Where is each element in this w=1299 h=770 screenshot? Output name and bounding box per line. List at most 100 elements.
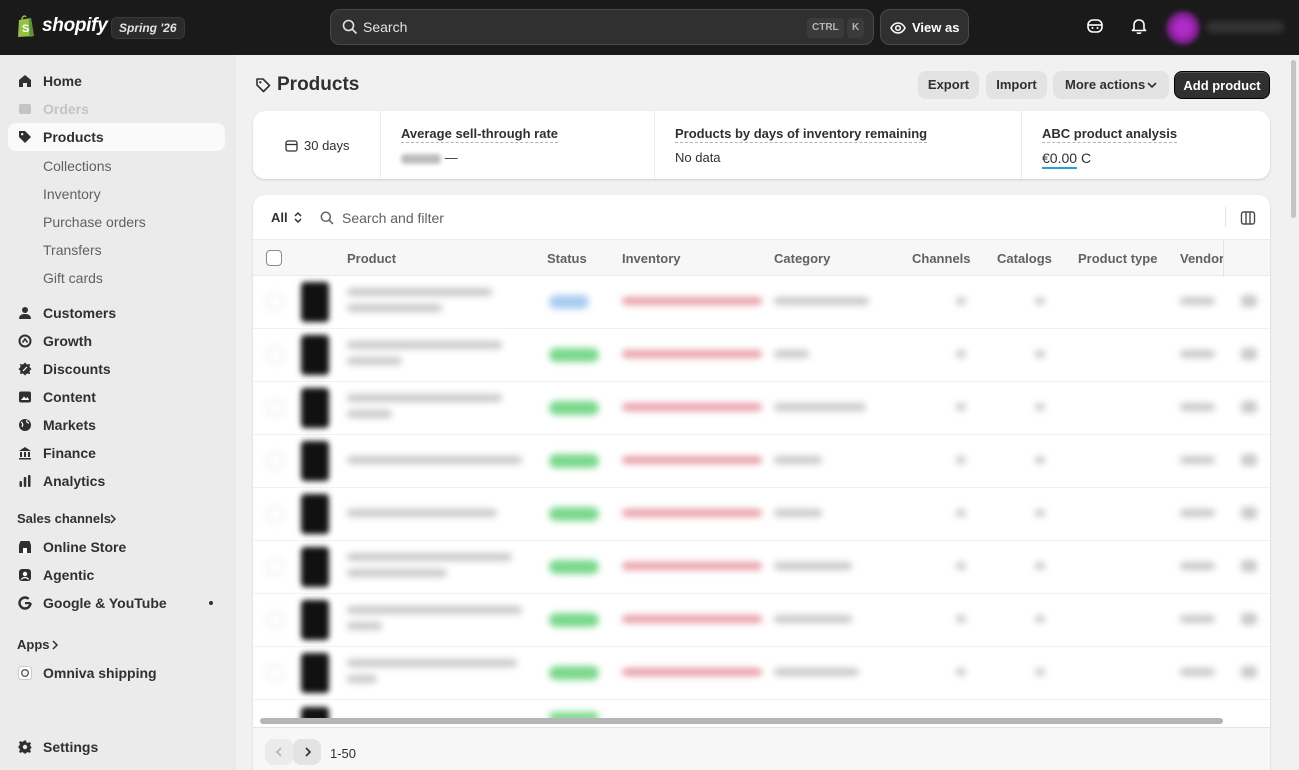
- sidebar-item-markets[interactable]: Markets: [8, 411, 225, 439]
- sidekick-icon[interactable]: [1086, 17, 1104, 35]
- previous-page-button[interactable]: [265, 739, 293, 765]
- table-row[interactable]: [253, 541, 1270, 594]
- row-checkbox[interactable]: [267, 400, 283, 416]
- sidebar-item-label: Content: [43, 389, 96, 405]
- user-avatar[interactable]: [1166, 11, 1200, 45]
- export-button[interactable]: Export: [918, 71, 979, 99]
- store-icon: [19, 541, 31, 553]
- column-header-category[interactable]: Category: [774, 251, 830, 266]
- edition-badge[interactable]: Spring '26: [111, 17, 185, 39]
- sidebar-item-orders[interactable]: Orders: [8, 95, 225, 123]
- column-header-product[interactable]: Product: [347, 251, 396, 266]
- sidebar-item-customers[interactable]: Customers: [8, 299, 225, 327]
- column-header-product-type[interactable]: Product type: [1078, 251, 1157, 266]
- product-thumbnail: [301, 441, 329, 481]
- redacted-product-name: [347, 553, 512, 561]
- apps-header[interactable]: Apps: [0, 636, 236, 656]
- row-action[interactable]: [1241, 666, 1257, 678]
- column-header-vendor[interactable]: Vendor: [1180, 251, 1224, 266]
- more-actions-button[interactable]: More actions: [1053, 71, 1169, 99]
- column-header-inventory[interactable]: Inventory: [622, 251, 681, 266]
- catalogs-value: [1035, 350, 1045, 358]
- row-checkbox[interactable]: [267, 453, 283, 469]
- table-row[interactable]: [253, 700, 1270, 718]
- sidebar-subitem-collections[interactable]: Collections: [43, 158, 111, 174]
- redacted-product-name: [347, 456, 522, 464]
- add-product-button[interactable]: Add product: [1174, 71, 1270, 99]
- table-row[interactable]: [253, 276, 1270, 329]
- table-row[interactable]: [253, 329, 1270, 382]
- row-checkbox[interactable]: [267, 559, 283, 575]
- import-button[interactable]: Import: [986, 71, 1047, 99]
- table-row[interactable]: [253, 647, 1270, 700]
- metrics-bar: 30 days Average sell-through rate — Prod…: [253, 111, 1270, 179]
- tab-all[interactable]: All: [271, 210, 303, 225]
- row-action[interactable]: [1241, 613, 1257, 625]
- store-name-redacted[interactable]: [1206, 21, 1284, 33]
- sidebar-subitem-purchase-orders[interactable]: Purchase orders: [43, 214, 146, 230]
- sidebar-item-products[interactable]: Products: [8, 123, 225, 151]
- date-range-button[interactable]: 30 days: [285, 138, 350, 153]
- catalogs-value: [1035, 509, 1045, 517]
- sidebar-item-online-store[interactable]: Online Store: [8, 533, 225, 561]
- sidebar-item-agentic[interactable]: Agentic: [8, 561, 225, 589]
- vertical-scrollbar[interactable]: [1291, 60, 1296, 218]
- row-action[interactable]: [1241, 348, 1257, 360]
- row-checkbox[interactable]: [267, 294, 283, 310]
- sidebar-subitem-gift-cards[interactable]: Gift cards: [43, 270, 103, 286]
- table-header: Product Status Inventory Category Channe…: [253, 239, 1270, 277]
- sidebar-item-content[interactable]: Content: [8, 383, 225, 411]
- shopify-logo[interactable]: S shopify: [16, 14, 108, 38]
- apps-label: Apps: [17, 637, 50, 652]
- sidebar-subitem-inventory[interactable]: Inventory: [43, 186, 101, 202]
- inventory-days-title[interactable]: Products by days of inventory remaining: [675, 126, 928, 143]
- sidebar-item-google-youtube[interactable]: Google & YouTube: [8, 589, 225, 617]
- column-header-status[interactable]: Status: [547, 251, 587, 266]
- global-search-input[interactable]: Search CTRL K: [330, 9, 874, 45]
- row-action[interactable]: [1241, 560, 1257, 572]
- horizontal-scrollbar[interactable]: [260, 718, 1223, 724]
- sidebar-item-finance[interactable]: Finance: [8, 439, 225, 467]
- sell-through-title[interactable]: Average sell-through rate: [401, 126, 559, 143]
- chevron-down-icon: [1147, 82, 1157, 89]
- row-checkbox[interactable]: [267, 506, 283, 522]
- sidebar-item-growth[interactable]: Growth: [8, 327, 225, 355]
- vendor-value: [1180, 350, 1215, 358]
- next-page-button[interactable]: [293, 739, 321, 765]
- sidebar-item-analytics[interactable]: Analytics: [8, 467, 225, 495]
- sales-channels-header[interactable]: Sales channels: [0, 510, 236, 530]
- row-checkbox[interactable]: [267, 665, 283, 681]
- column-header-catalogs[interactable]: Catalogs: [997, 251, 1052, 266]
- row-action[interactable]: [1241, 507, 1257, 519]
- table-row[interactable]: [253, 488, 1270, 541]
- sidebar-item-settings[interactable]: Settings: [8, 733, 225, 761]
- row-action[interactable]: [1241, 454, 1257, 466]
- columns-icon[interactable]: [1240, 210, 1256, 226]
- table-row[interactable]: [253, 594, 1270, 647]
- sidebar-item-label: Products: [43, 129, 104, 145]
- search-and-filter-input[interactable]: Search and filter: [320, 210, 444, 226]
- sidebar-item-omniva-shipping[interactable]: Omniva shipping: [8, 659, 225, 687]
- table-row[interactable]: [253, 382, 1270, 435]
- row-checkbox[interactable]: [267, 612, 283, 628]
- sidebar-item-home[interactable]: Home: [8, 67, 225, 95]
- column-header-channels[interactable]: Channels: [912, 251, 971, 266]
- table-row[interactable]: [253, 435, 1270, 488]
- sidebar-item-discounts[interactable]: Discounts: [8, 355, 225, 383]
- channels-value: [956, 456, 966, 464]
- divider: [1225, 207, 1226, 227]
- select-all-checkbox[interactable]: [266, 250, 282, 266]
- sidebar-item-label: Finance: [43, 445, 96, 461]
- catalogs-value: [1035, 615, 1045, 623]
- category-value: [774, 615, 852, 623]
- row-action[interactable]: [1241, 295, 1257, 307]
- top-bar: S shopify Spring '26 Search CTRL K View …: [0, 0, 1299, 55]
- redacted-product-name: [347, 304, 442, 312]
- row-checkbox[interactable]: [267, 347, 283, 363]
- status-badge: [549, 454, 599, 468]
- view-as-button[interactable]: View as: [880, 9, 969, 45]
- abc-analysis-title[interactable]: ABC product analysis: [1042, 126, 1178, 143]
- notifications-bell-icon[interactable]: [1130, 17, 1148, 35]
- row-action[interactable]: [1241, 401, 1257, 413]
- sidebar-subitem-transfers[interactable]: Transfers: [43, 242, 102, 258]
